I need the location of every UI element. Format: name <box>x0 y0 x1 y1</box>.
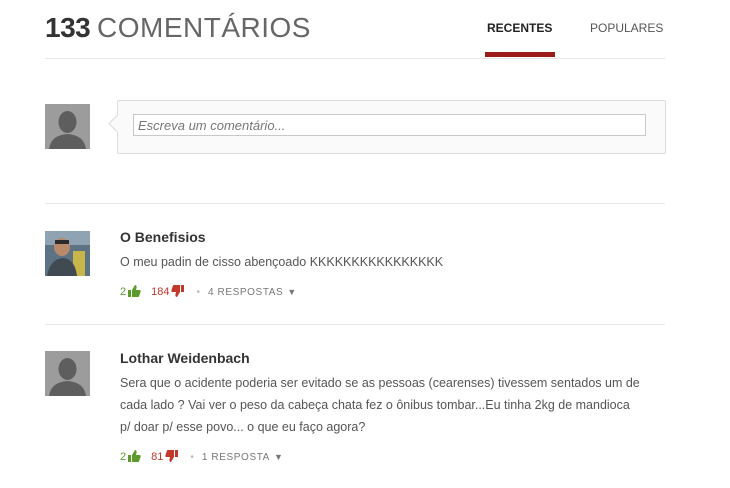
comment-input[interactable] <box>133 114 646 136</box>
active-tab-indicator <box>485 52 555 57</box>
chevron-down-icon: ▼ <box>273 451 284 462</box>
comment-author[interactable]: Lothar Weidenbach <box>120 350 250 366</box>
default-avatar-icon <box>45 104 90 149</box>
thumbs-down-icon[interactable] <box>165 449 179 465</box>
replies-label: 4 RESPOSTAS <box>208 286 284 298</box>
replies-toggle[interactable]: 1 RESPOSTA ▼ <box>202 452 284 463</box>
comments-header: 133 COMENTÁRIOS RECENTES POPULARES <box>45 0 665 59</box>
thumbs-up-icon[interactable] <box>128 284 141 300</box>
comment-count: 133 <box>45 12 91 43</box>
comment-actions: 2 184 • 4 RESPOSTAS ▼ <box>120 284 297 300</box>
chevron-down-icon: ▼ <box>287 286 297 297</box>
user-photo-icon <box>45 231 90 276</box>
separator-dot: • <box>190 451 194 463</box>
divider <box>45 324 665 325</box>
comment-author[interactable]: O Benefisios <box>120 229 206 245</box>
thumbs-down-icon[interactable] <box>171 284 185 300</box>
comment-actions: 2 81 • 1 RESPOSTA ▼ <box>120 449 283 465</box>
dislike-count: 81 <box>151 451 164 463</box>
compose-box <box>117 100 666 154</box>
like-count: 2 <box>120 286 127 298</box>
dislike-count: 184 <box>151 286 170 298</box>
default-avatar-icon <box>45 351 90 396</box>
tab-populares[interactable]: POPULARES <box>590 21 663 35</box>
comment-avatar-lothar[interactable] <box>45 351 90 396</box>
like-count: 2 <box>120 451 127 463</box>
comment-text: O meu padin de cisso abençoado KKKKKKKKK… <box>120 255 444 269</box>
separator-dot: • <box>196 286 200 298</box>
comment-avatar-benefisios[interactable] <box>45 231 90 276</box>
replies-toggle[interactable]: 4 RESPOSTAS ▼ <box>208 287 297 298</box>
thumbs-up-icon[interactable] <box>128 449 141 465</box>
divider <box>45 203 665 204</box>
tab-recentes[interactable]: RECENTES <box>487 21 552 35</box>
comment-count-label: COMENTÁRIOS <box>97 12 311 43</box>
current-user-avatar <box>45 104 90 149</box>
comment-text: Sera que o acidente poderia ser evitado … <box>120 376 640 434</box>
replies-label: 1 RESPOSTA <box>201 451 270 463</box>
